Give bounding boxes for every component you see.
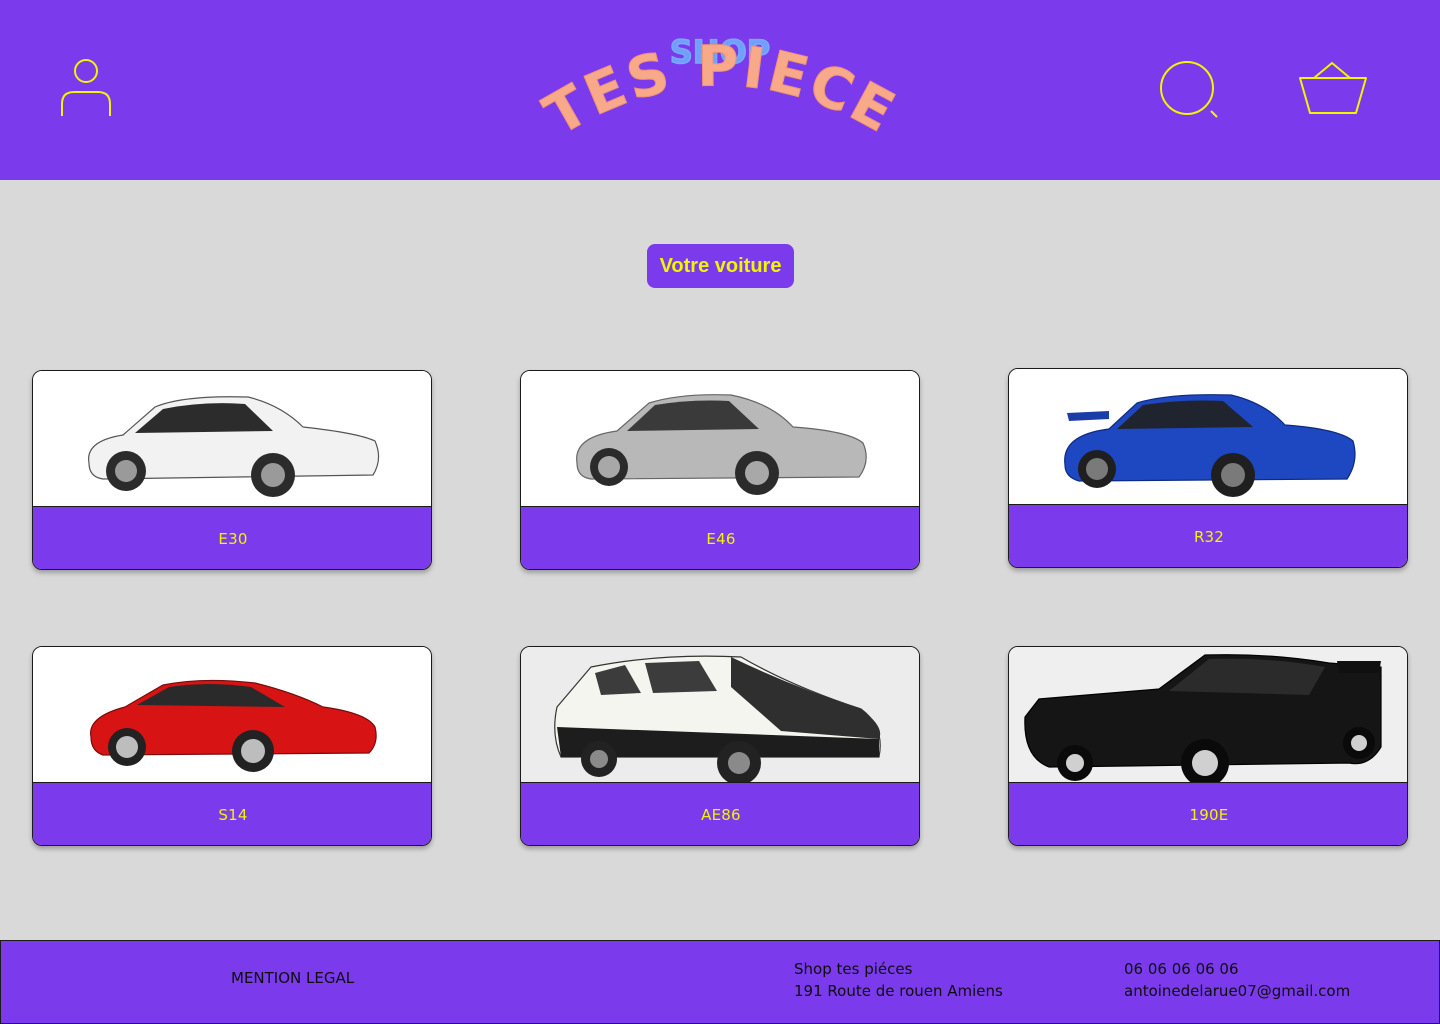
- car-label-bar: 190E: [1009, 782, 1407, 845]
- car-label-bar: E30: [33, 506, 431, 569]
- car-label-bar: S14: [33, 782, 431, 845]
- email-link[interactable]: antoinedelarue07@gmail.com: [1124, 980, 1350, 1002]
- logo-main-text: TES PIECE: [534, 34, 907, 148]
- search-button[interactable]: [1154, 56, 1224, 122]
- search-icon: [1160, 61, 1218, 118]
- car-photo: [521, 647, 919, 782]
- car-card-ae86[interactable]: AE86: [520, 646, 920, 846]
- car-photo: [1009, 647, 1407, 782]
- site-footer: MENTION LEGAL Shop tes piéces 191 Route …: [0, 940, 1440, 1024]
- car-photo: [1009, 369, 1407, 504]
- shop-name: Shop tes piéces: [794, 960, 913, 978]
- car-label: E46: [706, 530, 736, 548]
- car-label: 190E: [1189, 806, 1229, 824]
- car-label: E30: [218, 530, 248, 548]
- car-photo: [33, 371, 431, 506]
- cart-button[interactable]: [1294, 56, 1372, 120]
- car-label-bar: R32: [1009, 504, 1407, 567]
- car-card-e30[interactable]: E30: [32, 370, 432, 570]
- car-photo: [521, 371, 919, 506]
- site-header: SHOP TES PIECE: [0, 0, 1440, 180]
- phone-number: 06 06 06 06 06: [1124, 960, 1239, 978]
- your-car-button[interactable]: Votre voiture: [647, 244, 794, 288]
- car-label: R32: [1193, 528, 1225, 546]
- car-label-bar: E46: [521, 506, 919, 569]
- car-card-r32[interactable]: R32: [1008, 368, 1408, 568]
- shop-address: 191 Route de rouen Amiens: [794, 982, 1003, 1000]
- car-photo: [33, 647, 431, 782]
- account-button[interactable]: [56, 56, 116, 120]
- user-icon: [61, 59, 111, 116]
- car-label-bar: AE86: [521, 782, 919, 845]
- car-label: S14: [218, 806, 248, 824]
- car-card-s14[interactable]: S14: [32, 646, 432, 846]
- legal-notice-link[interactable]: MENTION LEGAL: [231, 967, 354, 989]
- car-card-e46[interactable]: E46: [520, 370, 920, 570]
- car-label: AE86: [701, 806, 741, 824]
- car-card-190e[interactable]: 190E: [1008, 646, 1408, 846]
- basket-icon: [1299, 61, 1367, 114]
- shop-logo[interactable]: SHOP TES PIECE: [534, 28, 905, 158]
